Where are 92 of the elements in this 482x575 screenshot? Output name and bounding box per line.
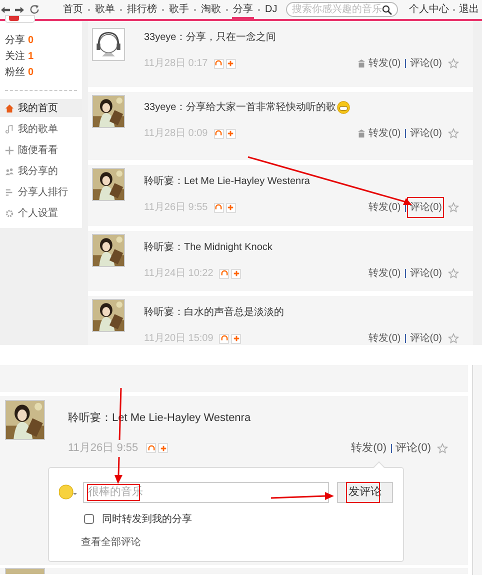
plus-icon — [232, 335, 240, 342]
sidebar-menu-item[interactable]: 我分享的 — [0, 162, 82, 180]
stat-count: 0 — [28, 34, 34, 48]
nav-tab[interactable]: DJ — [264, 0, 278, 19]
headphones-icon — [215, 204, 222, 211]
home-icon — [5, 104, 14, 112]
nav-tab[interactable]: 分享 — [232, 0, 254, 19]
post-date: 11月28日 0:09 — [144, 127, 208, 141]
nav-tab[interactable]: 歌手 — [168, 0, 190, 19]
headphones-icon — [220, 270, 228, 277]
headphones-icon — [220, 335, 228, 342]
sidebar-menu-item[interactable]: 分享人排行 — [0, 183, 82, 201]
headphones-icon — [215, 130, 222, 137]
stat-count: 0 — [28, 66, 34, 80]
view-all-comments-link[interactable]: 查看全部评论 — [81, 534, 403, 550]
comment-link[interactable]: 评论(0) — [410, 200, 442, 215]
add-button[interactable] — [226, 202, 236, 212]
sidebar-menu-item[interactable]: 个人设置 — [0, 204, 82, 222]
star-icon[interactable] — [448, 58, 459, 69]
search-icon[interactable] — [382, 4, 392, 14]
nav-tab[interactable]: 排行榜 — [126, 0, 158, 19]
plus-icon — [227, 130, 234, 137]
nav-tab[interactable]: 歌单 — [94, 0, 116, 19]
headphones-icon — [215, 60, 222, 67]
star-icon[interactable] — [437, 442, 448, 454]
star-icon[interactable] — [448, 128, 459, 139]
search-field[interactable]: 搜索你感兴趣的音乐 — [286, 2, 398, 17]
sidebar-menu-item[interactable]: 我的歌单 — [0, 120, 82, 138]
sidebar-menu-item[interactable]: 我的首页 — [0, 99, 82, 117]
listen-button[interactable] — [214, 202, 224, 212]
star-icon[interactable] — [448, 202, 459, 213]
comment-link[interactable]: 评论(0) — [410, 56, 442, 71]
cross-icon — [5, 146, 14, 154]
post-date: 11月24日 10:22 — [144, 267, 214, 281]
bars-icon — [5, 188, 14, 196]
trash-icon[interactable] — [356, 129, 366, 138]
add-button[interactable] — [226, 128, 236, 138]
user-link[interactable]: 退出 — [459, 2, 479, 17]
refresh-icon[interactable] — [29, 4, 40, 15]
repost-link[interactable]: 转发(0) — [351, 440, 387, 456]
post-text: 聆听宴：Let Me Lie-Hayley Westenra — [144, 174, 310, 189]
repost-link[interactable]: 转发(0) — [368, 56, 401, 71]
comment-link[interactable]: 评论(0) — [410, 266, 442, 281]
add-button[interactable] — [226, 58, 236, 68]
star-icon[interactable] — [448, 333, 459, 344]
nav-tab[interactable]: 淘歌 — [200, 0, 222, 19]
stat-label: 关注 — [5, 50, 25, 64]
repost-link[interactable]: 转发(0) — [368, 331, 401, 345]
post-text: 33yeye：分享，只在一念之间 — [144, 30, 276, 45]
listen-button[interactable] — [214, 58, 224, 68]
post-date: 11月20日 15:09 — [144, 332, 214, 345]
comment-link[interactable]: 评论(0) — [410, 331, 442, 345]
listen-button[interactable] — [214, 128, 224, 138]
comment-link[interactable]: 评论(0) — [410, 126, 442, 141]
people-icon — [5, 166, 14, 176]
nav-tab[interactable]: 首页 — [62, 0, 84, 19]
annotation-arrow — [270, 491, 335, 501]
star-icon[interactable] — [448, 268, 459, 279]
scrollbar[interactable] — [472, 365, 482, 575]
back-icon[interactable] — [1, 6, 10, 14]
stat-label: 粉丝 — [5, 66, 25, 80]
avatar-drawing — [92, 28, 125, 61]
stat-count: 1 — [28, 50, 34, 64]
stat-label: 分享 — [5, 34, 25, 48]
sidebar-menu-item[interactable]: 随便看看 — [0, 141, 82, 159]
plus-icon — [227, 204, 234, 211]
smiley-icon[interactable] — [59, 484, 77, 500]
post-date: 11月26日 9:55 — [68, 440, 138, 456]
settings-icon — [5, 208, 14, 218]
repost-link[interactable]: 转发(0) — [368, 126, 401, 141]
plus-icon — [227, 60, 234, 67]
post-date: 11月28日 0:17 — [144, 57, 208, 71]
forward-icon[interactable] — [15, 6, 24, 14]
checkbox-label: 同时转发到我的分享 — [102, 512, 192, 526]
repost-link[interactable]: 转发(0) — [368, 266, 401, 281]
post-text: 聆听宴：白水的声音总是淡淡的 — [144, 306, 284, 320]
trash-icon[interactable] — [356, 59, 366, 68]
headphones-icon — [148, 444, 155, 452]
music-note-icon — [5, 124, 14, 134]
post-text: 聆听宴：The Midnight Knock — [144, 240, 272, 255]
plus-icon — [160, 444, 167, 452]
listen-button[interactable] — [219, 334, 230, 344]
user-link[interactable]: 个人中心 — [409, 2, 449, 17]
post-date: 11月26日 9:55 — [144, 201, 208, 215]
post-text: 33yeye：分享给大家一首非常轻快动听的歌 — [144, 100, 336, 115]
plus-icon — [232, 270, 240, 277]
repost-checkbox[interactable] — [84, 514, 94, 524]
repost-link[interactable]: 转发(0) — [368, 200, 401, 215]
listen-button[interactable] — [219, 268, 230, 278]
listen-button[interactable] — [146, 443, 156, 454]
profile-button[interactable] — [5, 15, 35, 23]
comment-link[interactable]: 评论(0) — [396, 440, 431, 456]
